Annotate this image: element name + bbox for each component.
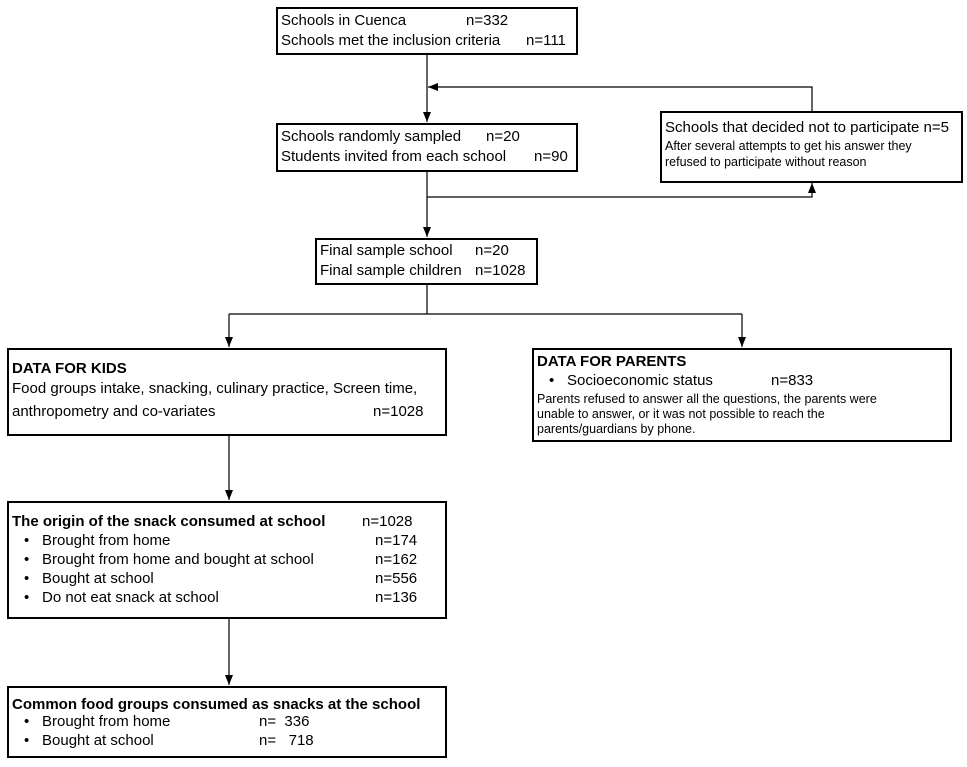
list-item: Brought from home and bought at school: [24, 551, 314, 569]
count: n= 336: [259, 713, 310, 730]
count: n=556: [375, 570, 418, 587]
declined-schools-box: Schools that decided not to participate …: [660, 111, 963, 183]
label: Final sample children: [320, 262, 462, 279]
count: n=332: [466, 12, 509, 29]
label: Schools randomly sampled: [281, 128, 462, 145]
count: n=162: [375, 551, 418, 568]
data-for-parents-box: DATA FOR PARENTS Socioeconomic status n=…: [532, 348, 952, 442]
list-item: Bought at school: [24, 732, 154, 750]
arrow-declined-loop: [428, 83, 813, 111]
count: n=111: [526, 32, 566, 49]
label: Schools in Cuenca: [281, 12, 407, 29]
final-sample-box: Final sample school n=20 Final sample ch…: [315, 238, 538, 285]
list-item: Brought from home: [24, 532, 170, 550]
count: n=20: [475, 242, 509, 259]
eligible-schools-box: Schools in Cuenca n=332 Schools met the …: [276, 7, 578, 55]
common-food-groups-box: Common food groups consumed as snacks at…: [7, 686, 447, 758]
label: Schools met the inclusion criteria: [281, 32, 501, 49]
count: n=1028: [362, 513, 413, 530]
label: Final sample school: [320, 242, 453, 259]
label: Food groups intake, snacking, culinary p…: [12, 380, 418, 397]
title: DATA FOR PARENTS: [537, 353, 687, 370]
label: anthropometry and co-variates: [12, 403, 216, 420]
data-for-kids-box: DATA FOR KIDS Food groups intake, snacki…: [7, 348, 447, 436]
list-item: Brought from home: [24, 713, 170, 731]
title: Common food groups consumed as snacks at…: [12, 696, 421, 713]
count: n= 718: [259, 732, 314, 749]
count: n=136: [375, 589, 418, 606]
snack-origin-box: The origin of the snack consumed at scho…: [7, 501, 447, 619]
count: n=20: [486, 128, 520, 145]
note: refused to participate without reason: [665, 155, 867, 169]
label: Students invited from each school: [281, 148, 507, 165]
count: n=174: [375, 532, 418, 549]
title: The origin of the snack consumed at scho…: [12, 513, 326, 530]
list-item: Do not eat snack at school: [24, 589, 219, 607]
note: Parents refused to answer all the questi…: [537, 392, 877, 406]
list-item: Bought at school: [24, 570, 154, 588]
count: n=1028: [373, 403, 424, 420]
label: Schools that decided not to participate …: [665, 119, 949, 136]
arrow-to-declined: [427, 183, 816, 198]
bullet-item: Socioeconomic status: [549, 372, 713, 390]
note: unable to answer, or it was not possible…: [537, 407, 825, 421]
count: n=1028: [475, 262, 526, 279]
note: After several attempts to get his answer…: [665, 139, 912, 153]
title: DATA FOR KIDS: [12, 360, 127, 377]
note: parents/guardians by phone.: [537, 422, 696, 436]
count: n=833: [771, 372, 814, 389]
sampled-schools-box: Schools randomly sampled n=20 Students i…: [276, 123, 578, 172]
count: n=90: [534, 148, 568, 165]
